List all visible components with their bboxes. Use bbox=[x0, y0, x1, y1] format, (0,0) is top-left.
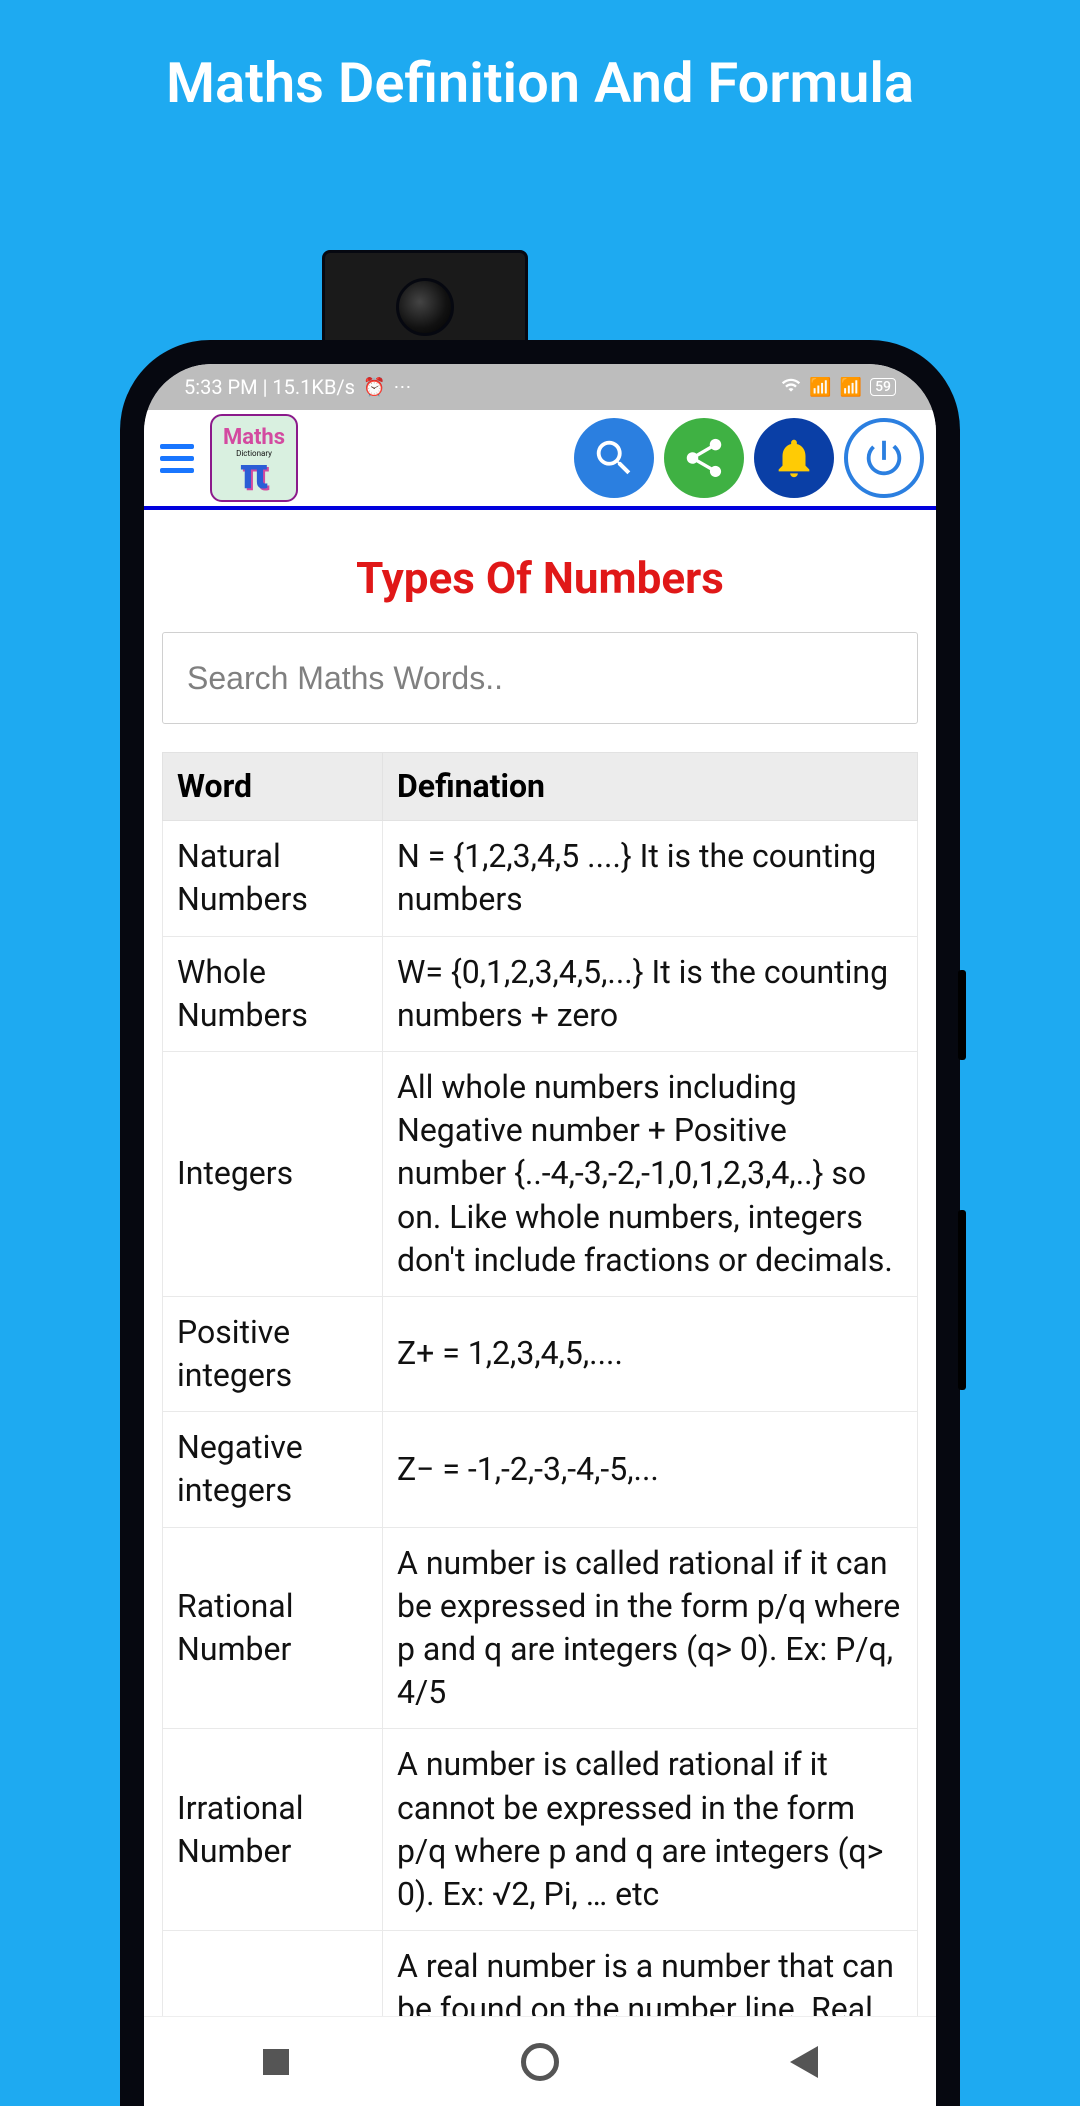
camera-lens bbox=[396, 278, 454, 336]
system-nav-bar bbox=[144, 2016, 936, 2106]
table-row: Negative integersZ− = -1,-2,-3,-4,-5,... bbox=[163, 1412, 918, 1527]
search-button[interactable] bbox=[574, 418, 654, 498]
signal-icon: 📶 bbox=[809, 377, 831, 398]
power-button[interactable] bbox=[844, 418, 924, 498]
signal-icon: 📶 bbox=[840, 377, 862, 398]
alarm-icon: ⏰ bbox=[363, 377, 385, 398]
cell-word: Natural Numbers bbox=[163, 821, 383, 936]
wifi-icon bbox=[781, 375, 801, 400]
logo-title: Maths bbox=[223, 427, 285, 449]
share-button[interactable] bbox=[664, 418, 744, 498]
table-row: Whole NumbersW= {0,1,2,3,4,5,...} It is … bbox=[163, 936, 918, 1051]
table-row: Irrational NumberA number is called rati… bbox=[163, 1729, 918, 1931]
search-box[interactable] bbox=[162, 632, 918, 724]
cell-def: A number is called rational if it cannot… bbox=[383, 1729, 918, 1931]
app-toolbar: Maths Dictionary π bbox=[144, 410, 936, 510]
cell-def: Z− = -1,-2,-3,-4,-5,... bbox=[383, 1412, 918, 1527]
status-bar: 5:33 PM | 15.1KB/s ⏰ ⋯ 📶 📶 59 bbox=[144, 364, 936, 410]
cell-def: N = {1,2,3,4,5 ....} It is the counting … bbox=[383, 821, 918, 936]
status-right: 📶 📶 59 bbox=[781, 375, 896, 400]
content-area[interactable]: Types Of Numbers Word Defination Natural… bbox=[144, 510, 936, 2016]
cell-def: All whole numbers including Negative num… bbox=[383, 1051, 918, 1296]
home-button[interactable] bbox=[510, 2032, 570, 2092]
back-button[interactable] bbox=[774, 2032, 834, 2092]
search-input[interactable] bbox=[187, 660, 893, 697]
cell-word: Irrational Number bbox=[163, 1729, 383, 1931]
table-row: Positive integersZ+ = 1,2,3,4,5,.... bbox=[163, 1296, 918, 1411]
table-row: Rational NumberA number is called ration… bbox=[163, 1527, 918, 1729]
cell-word: Whole Numbers bbox=[163, 936, 383, 1051]
page-title: Types Of Numbers bbox=[144, 510, 936, 632]
cell-word bbox=[163, 1931, 383, 2016]
status-left: 5:33 PM | 15.1KB/s ⏰ ⋯ bbox=[184, 375, 411, 399]
cell-word: Positive integers bbox=[163, 1296, 383, 1411]
pi-icon: π bbox=[240, 458, 268, 489]
app-logo[interactable]: Maths Dictionary π bbox=[210, 414, 298, 502]
notification-button[interactable] bbox=[754, 418, 834, 498]
table-row: Natural NumbersN = {1,2,3,4,5 ....} It i… bbox=[163, 821, 918, 936]
phone-frame: 5:33 PM | 15.1KB/s ⏰ ⋯ 📶 📶 59 Maths Dict… bbox=[120, 340, 960, 2106]
promo-title: Maths Definition And Formula bbox=[0, 0, 1080, 146]
recent-apps-button[interactable] bbox=[246, 2032, 306, 2092]
cell-word: Integers bbox=[163, 1051, 383, 1296]
status-time: 5:33 PM | 15.1KB/s bbox=[184, 375, 355, 399]
table-row: A real number is a number that can be fo… bbox=[163, 1931, 918, 2016]
side-button bbox=[958, 970, 966, 1060]
phone-screen: 5:33 PM | 15.1KB/s ⏰ ⋯ 📶 📶 59 Maths Dict… bbox=[144, 364, 936, 2106]
cell-def: A number is called rational if it can be… bbox=[383, 1527, 918, 1729]
cell-def: A real number is a number that can be fo… bbox=[383, 1931, 918, 2016]
battery-icon: 59 bbox=[870, 378, 896, 396]
cell-word: Negative integers bbox=[163, 1412, 383, 1527]
col-def: Defination bbox=[383, 753, 918, 821]
more-icon: ⋯ bbox=[393, 377, 411, 398]
table-header-row: Word Defination bbox=[163, 753, 918, 821]
cell-word: Rational Number bbox=[163, 1527, 383, 1729]
cell-def: W= {0,1,2,3,4,5,...} It is the counting … bbox=[383, 936, 918, 1051]
cell-def: Z+ = 1,2,3,4,5,.... bbox=[383, 1296, 918, 1411]
definitions-table: Word Defination Natural NumbersN = {1,2,… bbox=[162, 752, 918, 2016]
table-row: IntegersAll whole numbers including Nega… bbox=[163, 1051, 918, 1296]
menu-button[interactable] bbox=[156, 436, 200, 480]
col-word: Word bbox=[163, 753, 383, 821]
side-button bbox=[958, 1210, 966, 1390]
